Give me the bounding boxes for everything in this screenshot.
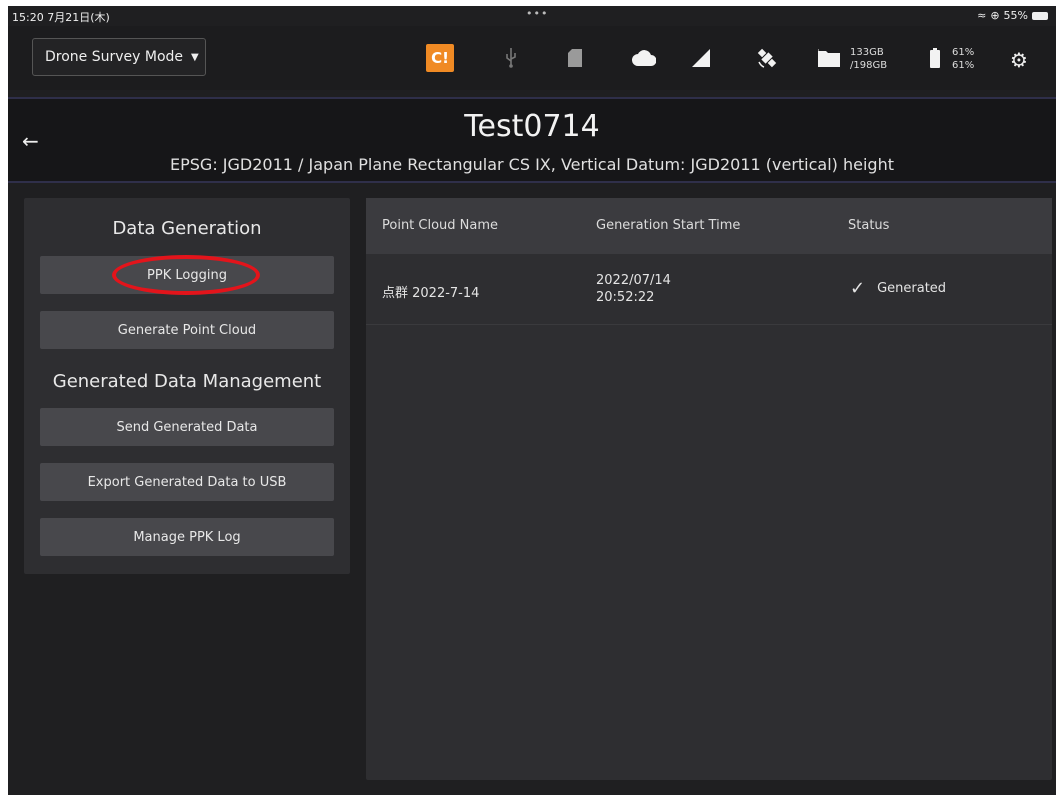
storage-total: /198GB xyxy=(850,60,888,71)
status-right: ≈ ⊕ 55% xyxy=(977,9,1048,22)
ppk-logging-button[interactable]: PPK Logging xyxy=(40,256,334,294)
column-header-status[interactable]: Status xyxy=(848,218,889,233)
status-time: 15:20 7月21日(木) xyxy=(12,11,110,24)
signal-icon[interactable] xyxy=(692,46,710,70)
cloud-icon[interactable] xyxy=(632,46,656,70)
storage-readout: 133GB /198GB xyxy=(850,46,887,72)
generation-start-time: 2022/07/14 20:52:22 xyxy=(596,272,671,306)
wifi-icon: ≈ xyxy=(977,9,987,22)
start-time: 20:52:22 xyxy=(596,290,655,305)
gear-icon[interactable]: ⚙ xyxy=(1010,48,1028,72)
battery-percent: 55% xyxy=(1003,9,1028,22)
satellite-icon[interactable] xyxy=(756,46,778,70)
app-screen: 15:20 7月21日(木) ••• ≈ ⊕ 55% Drone Survey … xyxy=(8,6,1056,795)
multitask-dots[interactable]: ••• xyxy=(526,7,548,20)
checkmark-icon: ✓ xyxy=(850,278,866,299)
battery-icon xyxy=(930,46,940,70)
project-header: ← Test0714 EPSG: JGD2011 / Japan Plane R… xyxy=(8,97,1056,183)
table-row[interactable]: 点群 2022-7-14 2022/07/14 20:52:22 ✓ Gener… xyxy=(366,254,1052,325)
battery-2: 61% xyxy=(952,60,975,71)
orientation-lock-icon: ⊕ xyxy=(990,9,1000,22)
usb-icon[interactable] xyxy=(504,46,518,70)
actions-panel: Data Generation PPK Logging Generate Poi… xyxy=(24,198,350,574)
status-cell: ✓ Generated xyxy=(850,278,946,299)
alert-icon[interactable]: C! xyxy=(426,44,454,72)
status-battery-icon xyxy=(1032,11,1048,20)
status-bar: 15:20 7月21日(木) ••• ≈ ⊕ 55% xyxy=(8,6,1056,26)
table-header: Point Cloud Name Generation Start Time S… xyxy=(366,198,1052,254)
point-cloud-table: Point Cloud Name Generation Start Time S… xyxy=(366,198,1052,780)
folder-icon[interactable] xyxy=(818,46,840,70)
mode-dropdown[interactable]: Drone Survey Mode ▼ xyxy=(32,38,206,76)
column-header-start-time[interactable]: Generation Start Time xyxy=(596,218,740,233)
storage-used: 133GB xyxy=(850,47,884,58)
manage-ppk-log-button[interactable]: Manage PPK Log xyxy=(40,518,334,556)
export-usb-button[interactable]: Export Generated Data to USB xyxy=(40,463,334,501)
send-generated-data-button[interactable]: Send Generated Data xyxy=(40,408,334,446)
generated-data-management-title: Generated Data Management xyxy=(52,371,322,392)
start-date: 2022/07/14 xyxy=(596,273,671,288)
mode-label: Drone Survey Mode xyxy=(45,49,184,65)
top-toolbar: Drone Survey Mode ▼ C! 133GB /198GB 61% … xyxy=(8,26,1056,90)
page-title: Test0714 xyxy=(464,109,600,144)
status-text: Generated xyxy=(877,281,947,296)
point-cloud-name: 点群 2022-7-14 xyxy=(382,286,480,301)
sd-card-icon[interactable] xyxy=(568,46,582,70)
battery-readout: 61% 61% xyxy=(952,46,974,72)
chevron-down-icon: ▼ xyxy=(191,51,199,63)
column-header-name[interactable]: Point Cloud Name xyxy=(382,218,498,233)
generate-point-cloud-button[interactable]: Generate Point Cloud xyxy=(40,311,334,349)
data-generation-title: Data Generation xyxy=(112,218,262,239)
project-crs-subtitle: EPSG: JGD2011 / Japan Plane Rectangular … xyxy=(170,155,894,174)
battery-1: 61% xyxy=(952,47,975,58)
